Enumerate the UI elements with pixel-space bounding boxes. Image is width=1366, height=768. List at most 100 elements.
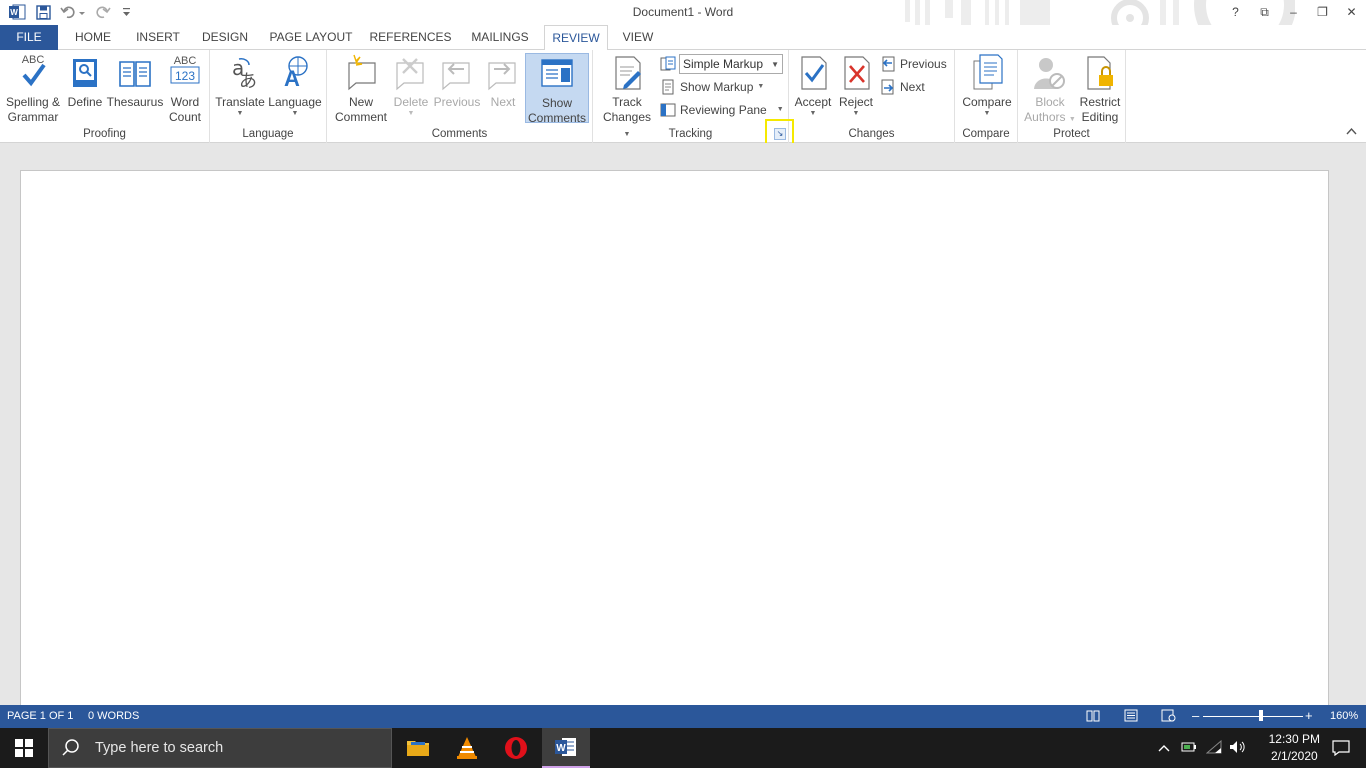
reviewing-pane-dropdown-icon: ▼ <box>777 106 784 114</box>
taskbar-clock[interactable]: 12:30 PM 2/1/2020 <box>1269 731 1320 765</box>
tab-home[interactable]: HOME <box>66 25 120 50</box>
spelling-label-line2: Grammar <box>8 110 59 125</box>
taskbar-search-box[interactable]: Type here to search <box>48 728 392 768</box>
language-label: Language <box>268 95 321 110</box>
tab-mailings[interactable]: MAILINGS <box>464 25 536 50</box>
word-count-icon: ABC123 <box>168 53 202 93</box>
reviewing-pane-label: Reviewing Pane <box>680 103 767 117</box>
title-bar: W Document1 - Word <box>0 0 1366 25</box>
opera-browser-icon[interactable] <box>492 728 540 768</box>
new-comment-label-line2: Comment <box>335 110 387 125</box>
show-comments-button[interactable]: Show Comments <box>525 53 589 123</box>
word-count-label-line1: Word <box>171 95 199 110</box>
define-label: Define <box>68 95 103 110</box>
block-authors-button[interactable]: Block Authors ▼ <box>1024 53 1076 125</box>
tab-page-layout[interactable]: PAGE LAYOUT <box>265 25 357 50</box>
start-button[interactable] <box>0 728 48 768</box>
reject-dropdown-icon: ▼ <box>853 110 860 118</box>
zoom-out-icon[interactable]: – <box>1192 708 1199 723</box>
protect-group: Block Authors ▼ Restrict Editing Protect <box>1018 50 1126 143</box>
show-comments-icon <box>540 54 574 94</box>
markup-display-dropdown[interactable]: Simple Markup ▼ <box>679 54 783 74</box>
reject-button[interactable]: Reject ▼ <box>837 53 875 118</box>
restrict-editing-button[interactable]: Restrict Editing <box>1076 53 1124 125</box>
zoom-slider-thumb[interactable] <box>1259 710 1263 721</box>
notifications-icon[interactable] <box>1318 728 1364 768</box>
word-count-button[interactable]: ABC123 Word Count <box>166 53 204 125</box>
language-button[interactable]: A Language ▼ <box>266 53 324 118</box>
tab-design[interactable]: DESIGN <box>196 25 254 50</box>
next-change-label: Next <box>900 80 925 94</box>
read-mode-icon[interactable] <box>1086 709 1100 725</box>
spelling-grammar-button[interactable]: ABC Spelling & Grammar <box>3 53 63 125</box>
restore-button[interactable]: ❐ <box>1308 0 1337 24</box>
web-layout-icon[interactable] <box>1161 709 1176 725</box>
new-comment-button[interactable]: New Comment <box>333 53 389 125</box>
previous-change-button[interactable]: Previous <box>880 54 947 74</box>
previous-comment-button[interactable]: Previous <box>432 53 482 110</box>
word-app-icon[interactable]: W <box>8 3 26 21</box>
word-count[interactable]: 0 WORDS <box>88 710 139 722</box>
minimize-button[interactable]: – <box>1279 0 1308 24</box>
next-change-button[interactable]: Next <box>880 77 925 97</box>
compare-button[interactable]: Compare ▼ <box>959 53 1015 118</box>
show-hidden-icons-icon[interactable] <box>1156 741 1172 755</box>
show-markup-button[interactable]: Show Markup ▼ <box>660 77 764 97</box>
tab-insert[interactable]: INSERT <box>131 25 185 50</box>
wifi-icon[interactable] <box>1206 740 1222 757</box>
reviewing-pane-button[interactable]: Reviewing Pane ▼ <box>660 100 784 120</box>
volume-icon[interactable] <box>1229 740 1247 757</box>
block-authors-label-line1: Block <box>1035 95 1064 110</box>
ribbon-display-options-button[interactable]: ⧉ <box>1250 0 1279 24</box>
zoom-in-icon[interactable]: + <box>1305 708 1313 723</box>
tab-file[interactable]: FILE <box>0 25 58 50</box>
next-comment-button[interactable]: Next <box>484 53 522 110</box>
markup-display-value: Simple Markup <box>683 57 763 71</box>
status-bar: PAGE 1 OF 1 0 WORDS – + 160% <box>0 705 1366 728</box>
show-markup-dropdown-icon: ▼ <box>757 83 764 91</box>
spelling-check-icon: ABC <box>16 53 50 93</box>
word-count-label-line2: Count <box>169 110 201 125</box>
zoom-slider-track[interactable] <box>1203 716 1303 717</box>
tab-view[interactable]: VIEW <box>616 25 660 50</box>
customize-qat-icon[interactable] <box>120 3 132 21</box>
define-button[interactable]: Define <box>66 53 104 110</box>
undo-icon[interactable] <box>60 3 86 21</box>
previous-comment-icon <box>440 53 474 93</box>
tab-review[interactable]: REVIEW <box>544 25 608 51</box>
window-controls: ? ⧉ – ❐ ✕ <box>1221 0 1366 24</box>
page-count[interactable]: PAGE 1 OF 1 <box>7 710 73 722</box>
file-explorer-icon[interactable] <box>394 728 442 768</box>
show-markup-icon <box>660 79 676 95</box>
vlc-player-icon[interactable] <box>443 728 491 768</box>
print-layout-icon[interactable] <box>1124 709 1138 725</box>
compare-group-label: Compare <box>955 128 1017 140</box>
accept-button[interactable]: Accept ▼ <box>793 53 833 118</box>
redo-icon[interactable] <box>94 3 112 21</box>
close-button[interactable]: ✕ <box>1337 0 1366 24</box>
markup-dropdown-arrow-icon[interactable]: ▼ <box>771 60 779 69</box>
new-comment-icon <box>344 53 378 93</box>
battery-icon[interactable] <box>1181 741 1197 756</box>
delete-comment-button[interactable]: Delete ▼ <box>393 53 429 118</box>
tab-references[interactable]: REFERENCES <box>368 25 453 50</box>
search-icon <box>61 738 81 758</box>
language-dropdown-icon: ▼ <box>292 110 299 118</box>
track-changes-button[interactable]: Track Changes ▼ <box>599 53 655 140</box>
define-book-icon <box>68 53 102 93</box>
collapse-ribbon-icon[interactable] <box>1346 126 1357 138</box>
reject-icon <box>839 53 873 93</box>
translate-button[interactable]: aあ Translate ▼ <box>215 53 265 118</box>
help-button[interactable]: ? <box>1221 0 1250 24</box>
document-page[interactable] <box>20 170 1329 710</box>
thesaurus-label: Thesaurus <box>107 95 164 110</box>
tracking-group: Track Changes ▼ Simple Markup ▼ Show Mar… <box>593 50 789 143</box>
search-placeholder: Type here to search <box>95 740 223 756</box>
word-taskbar-icon[interactable]: W <box>542 728 590 768</box>
restrict-editing-label-line2: Editing <box>1082 110 1119 125</box>
zoom-level[interactable]: 160% <box>1330 710 1358 722</box>
windows-taskbar: Type here to search W 12:30 PM 2/1/2020 <box>0 728 1366 768</box>
svg-text:あ: あ <box>239 71 257 92</box>
save-icon[interactable] <box>34 3 52 21</box>
thesaurus-button[interactable]: Thesaurus <box>106 53 164 110</box>
